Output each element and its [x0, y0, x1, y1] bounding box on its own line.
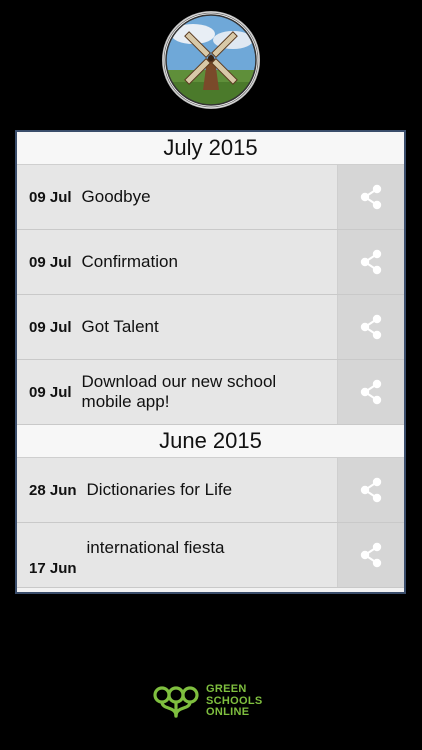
share-button[interactable]: [337, 360, 404, 424]
item-title: Dictionaries for Life: [86, 480, 233, 499]
item-date: 28 Jun: [29, 481, 77, 499]
list-item-main[interactable]: 09 Jul Got Talent: [17, 295, 337, 359]
item-date: 17 Jun: [29, 560, 77, 577]
list-item[interactable]: 09 Jul Download our new school mobile ap…: [17, 360, 404, 425]
footer-brand-line: ONLINE: [206, 706, 250, 718]
share-icon: [360, 542, 382, 568]
item-title: Goodbye: [81, 187, 151, 206]
green-schools-logo-icon: [153, 686, 199, 718]
share-icon: [360, 184, 382, 210]
month-header-july: July 2015: [17, 132, 404, 165]
share-icon: [360, 379, 382, 405]
list-item-main[interactable]: 17 Jun international fiesta: [17, 523, 337, 587]
share-button[interactable]: [337, 295, 404, 359]
list-item[interactable]: 09 Jul Goodbye: [17, 165, 404, 230]
list-item-main[interactable]: 09 Jul Confirmation: [17, 230, 337, 294]
share-button[interactable]: [337, 230, 404, 294]
windmill-logo-icon: [163, 12, 259, 108]
item-date: 09 Jul: [29, 318, 72, 336]
list-item-main[interactable]: 09 Jul Goodbye: [17, 165, 337, 229]
item-title: Confirmation: [81, 252, 178, 271]
item-title: Got Talent: [81, 317, 159, 336]
list-item-main[interactable]: 28 Jun Dictionaries for Life: [17, 458, 337, 522]
share-icon: [360, 249, 382, 275]
share-button[interactable]: [337, 165, 404, 229]
item-date: 09 Jul: [29, 253, 72, 271]
list-item[interactable]: 09 Jul Got Talent: [17, 295, 404, 360]
list-item[interactable]: 28 Jun Dictionaries for Life: [17, 458, 404, 523]
list-item[interactable]: 17 Jun international fiesta: [17, 523, 404, 588]
list-item-main[interactable]: 09 Jul Download our new school mobile ap…: [17, 360, 337, 424]
green-schools-online-footer: GREEN SCHOOLS ONLINE: [152, 683, 263, 719]
item-date: 09 Jul: [29, 383, 72, 401]
footer-brand-text: GREEN SCHOOLS ONLINE: [206, 683, 263, 719]
news-list-panel: July 2015 09 Jul Goodbye 09 Jul Confirma…: [15, 130, 406, 594]
share-icon: [360, 477, 382, 503]
share-button[interactable]: [337, 523, 404, 587]
footer-brand-line: GREEN: [206, 683, 247, 695]
share-icon: [360, 314, 382, 340]
month-header-june: June 2015: [17, 425, 404, 458]
list-item[interactable]: 09 Jul Confirmation: [17, 230, 404, 295]
share-button[interactable]: [337, 458, 404, 522]
item-title: Download our new school mobile app!: [81, 372, 277, 411]
item-date: 09 Jul: [29, 188, 72, 206]
school-logo: [163, 12, 259, 108]
item-title: international fiesta: [86, 538, 225, 557]
